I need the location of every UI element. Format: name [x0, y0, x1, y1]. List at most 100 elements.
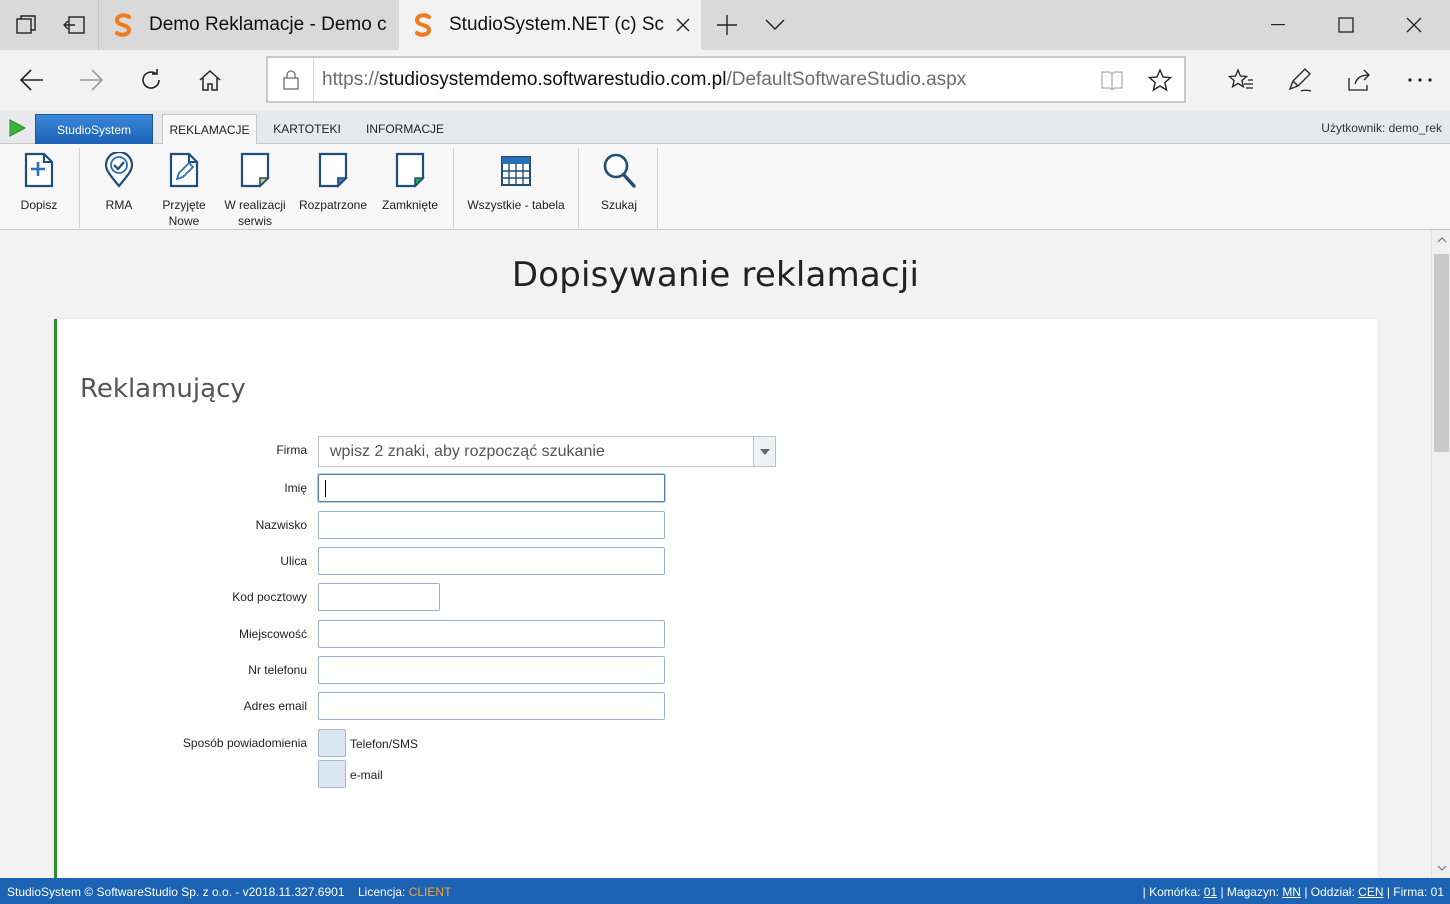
- reading-view-icon[interactable]: [1088, 58, 1136, 101]
- przyjete-nowe-button[interactable]: Przyjęte Nowe: [157, 152, 211, 229]
- oddzial-link[interactable]: CEN: [1358, 885, 1383, 899]
- ribbon-toolbar: Dopisz RMA Przyjęte Nowe W realizacji se…: [0, 144, 1450, 230]
- set-aside-tabs-icon[interactable]: [50, 0, 98, 50]
- ribbon-separator: [79, 148, 80, 228]
- scroll-up-arrow-icon[interactable]: [1432, 232, 1450, 248]
- miejscowosc-label: Miejscowość: [238, 627, 307, 641]
- tab-list-chevron-icon[interactable]: [751, 0, 799, 50]
- w-realizacji-button[interactable]: W realizacji serwis: [222, 152, 288, 229]
- app-menu-bar: StudioSystem REKLAMACJE KARTOTEKI INFORM…: [0, 110, 1450, 145]
- magazyn-link[interactable]: MN: [1282, 885, 1301, 899]
- page-title: Dopisywanie reklamacji: [511, 255, 920, 295]
- licencja-info: Licencja: CLIENT: [358, 885, 451, 899]
- lock-icon[interactable]: [268, 58, 314, 101]
- komorka-label: | Komórka:: [1142, 885, 1201, 899]
- ribbon-separator: [657, 148, 658, 228]
- nazwisko-label: Nazwisko: [255, 518, 307, 532]
- maximize-icon[interactable]: [1312, 0, 1380, 50]
- copyright-version: StudioSystem © SoftwareStudio Sp. z o.o.…: [7, 885, 345, 899]
- kod-pocztowy-input[interactable]: [318, 583, 440, 611]
- licencja-label: Licencja:: [358, 885, 406, 899]
- browser-tab-demo-reklamacje[interactable]: Demo Reklamacje - Demo c: [98, 0, 398, 50]
- studiosystem-favicon-icon: [414, 13, 432, 37]
- text-caret: [325, 480, 326, 497]
- dopisz-label: Dopisz: [20, 198, 58, 212]
- sposob-powiadomienia-label: Sposób powiadomienia: [182, 736, 307, 750]
- magazyn-label: | Magazyn:: [1220, 885, 1279, 899]
- url-protocol: https://: [322, 68, 380, 90]
- sms-checkbox-label[interactable]: Telefon/SMS: [350, 737, 418, 751]
- rma-badge-icon: [104, 152, 134, 188]
- minimize-icon[interactable]: [1244, 0, 1312, 50]
- studiosystem-app-button[interactable]: StudioSystem: [35, 114, 153, 144]
- komorka-link[interactable]: 01: [1204, 885, 1217, 899]
- sms-checkbox[interactable]: [318, 729, 346, 757]
- table-icon: [501, 156, 531, 186]
- edit-document-icon: [169, 152, 199, 188]
- dopisz-button[interactable]: Dopisz: [14, 152, 64, 213]
- email-checkbox[interactable]: [318, 760, 346, 788]
- nazwisko-input[interactable]: [318, 511, 665, 539]
- rma-button[interactable]: RMA: [96, 152, 142, 213]
- kod-pocztowy-label: Kod pocztowy: [232, 590, 307, 604]
- refresh-icon[interactable]: [127, 56, 175, 104]
- notes-pen-icon[interactable]: [1276, 56, 1324, 104]
- scrollbar-thumb[interactable]: [1434, 254, 1449, 452]
- form-card: Reklamujący Firma wpisz 2 znaki, aby roz…: [54, 319, 1378, 878]
- url-text[interactable]: https://studiosystemdemo.softwarestudio.…: [314, 69, 1088, 91]
- more-menu-icon[interactable]: [1396, 56, 1444, 104]
- email-input[interactable]: [318, 692, 665, 720]
- zamkniete-button[interactable]: Zamknięte: [378, 152, 442, 213]
- document-yellow-icon: [240, 152, 270, 188]
- document-blue-icon: [318, 152, 348, 188]
- ulica-input[interactable]: [318, 547, 665, 575]
- tab-title: Demo Reklamacje - Demo c: [149, 14, 387, 35]
- tab-kartoteki[interactable]: KARTOTEKI: [266, 114, 348, 144]
- ribbon-separator: [453, 148, 454, 228]
- w-realizacji-label: W realizacji serwis: [224, 198, 286, 228]
- chevron-down-icon[interactable]: [753, 437, 775, 466]
- firma-placeholder: wpisz 2 znaki, aby rozpocząć szukanie: [330, 442, 605, 460]
- user-label: Użytkownik: demo_rek: [1321, 121, 1442, 135]
- imie-label: Imię: [284, 481, 307, 495]
- favorites-list-icon[interactable]: [1217, 56, 1265, 104]
- browser-tab-studiosystem[interactable]: StudioSystem.NET (c) Sc: [399, 0, 701, 50]
- zamkniete-label: Zamknięte: [381, 198, 439, 212]
- telefon-input[interactable]: [318, 656, 665, 684]
- share-icon[interactable]: [1335, 56, 1383, 104]
- telefon-label: Nr telefonu: [248, 663, 307, 677]
- tab-title: StudioSystem.NET (c) Sc: [449, 14, 665, 35]
- szukaj-button[interactable]: Szukaj: [594, 152, 644, 213]
- main-content: Dopisywanie reklamacji Reklamujący Firma…: [0, 230, 1431, 878]
- vertical-scrollbar[interactable]: [1431, 230, 1450, 878]
- miejscowosc-input[interactable]: [318, 620, 665, 648]
- address-bar[interactable]: https://studiosystemdemo.softwarestudio.…: [266, 56, 1186, 103]
- url-domain: studiosystemdemo.softwarestudio.com.pl: [379, 68, 727, 90]
- rozpatrzone-label: Rozpatrzone: [298, 198, 368, 212]
- home-icon[interactable]: [186, 56, 234, 104]
- close-window-icon[interactable]: [1380, 0, 1448, 50]
- close-tab-icon[interactable]: [665, 0, 701, 50]
- email-label: Adres email: [243, 699, 307, 713]
- firma-status-label: | Firma:: [1386, 885, 1428, 899]
- firma-status-value: 01: [1430, 885, 1444, 899]
- new-tab-icon[interactable]: [703, 0, 751, 50]
- favorite-star-icon[interactable]: [1136, 58, 1184, 101]
- imie-input[interactable]: [318, 474, 665, 502]
- rozpatrzone-button[interactable]: Rozpatrzone: [297, 152, 369, 213]
- browser-navigation-bar: https://studiosystemdemo.softwarestudio.…: [0, 50, 1450, 110]
- forward-icon[interactable]: [67, 56, 115, 104]
- section-title: Reklamujący: [80, 374, 246, 404]
- tab-preview-icon[interactable]: [2, 0, 50, 50]
- email-checkbox-label[interactable]: e-mail: [350, 768, 383, 782]
- ribbon-separator: [578, 148, 579, 228]
- firma-combobox[interactable]: wpisz 2 znaki, aby rozpocząć szukanie: [318, 436, 776, 467]
- tab-informacje[interactable]: INFORMACJE: [358, 114, 452, 144]
- play-icon[interactable]: [9, 119, 26, 137]
- scroll-down-arrow-icon[interactable]: [1432, 860, 1450, 876]
- back-icon[interactable]: [8, 56, 56, 104]
- tab-reklamacje[interactable]: REKLAMACJE: [162, 114, 257, 145]
- rma-label: RMA: [105, 198, 133, 212]
- licencja-value: CLIENT: [408, 885, 452, 899]
- wszystkie-tabela-button[interactable]: Wszystkie - tabela: [464, 152, 568, 213]
